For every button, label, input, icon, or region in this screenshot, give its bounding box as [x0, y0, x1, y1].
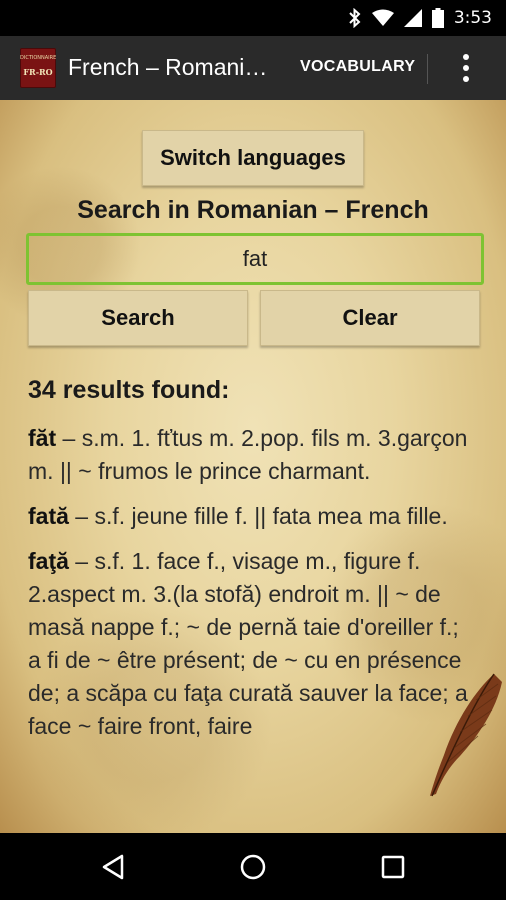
- quill-feather-icon: [430, 673, 502, 797]
- navigation-bar: [0, 833, 506, 900]
- results-count: 34 results found:: [28, 376, 230, 404]
- result-entry[interactable]: faţă – s.f. 1. face f., visage m., figur…: [28, 545, 468, 743]
- battery-icon: [431, 8, 444, 28]
- signal-icon: [403, 9, 422, 27]
- entry-term: făt: [28, 425, 57, 451]
- entry-definition: – s.m. 1. fťtus m. 2.pop. fils m. 3.garç…: [28, 425, 468, 484]
- result-entry[interactable]: fată – s.f. jeune fille f. || fata mea m…: [28, 500, 468, 533]
- home-icon[interactable]: [213, 833, 293, 900]
- entry-definition: – s.f. 1. face f., visage m., figure f. …: [28, 548, 468, 739]
- main-content: Switch languages Search in Romanian – Fr…: [0, 100, 506, 833]
- app-title: French – Romani…: [68, 54, 268, 80]
- search-button[interactable]: Search: [28, 290, 248, 346]
- status-time: 3:53: [453, 8, 492, 28]
- bluetooth-icon: [349, 8, 361, 28]
- status-icons: 3:53: [348, 6, 492, 30]
- clear-button[interactable]: Clear: [260, 290, 480, 346]
- results-list: făt – s.m. 1. fťtus m. 2.pop. fils m. 3.…: [28, 422, 468, 755]
- entry-term: fată: [28, 503, 69, 529]
- overflow-menu-icon[interactable]: [454, 52, 478, 84]
- wifi-icon: [371, 9, 394, 26]
- recents-icon[interactable]: [353, 833, 433, 900]
- search-heading: Search in Romanian – French: [77, 196, 429, 224]
- search-input[interactable]: [26, 233, 484, 285]
- result-entry[interactable]: făt – s.m. 1. fťtus m. 2.pop. fils m. 3.…: [28, 422, 468, 488]
- back-icon[interactable]: [74, 833, 154, 900]
- app-icon-main-label: FR-RO: [23, 67, 53, 77]
- switch-languages-button[interactable]: Switch languages: [142, 130, 364, 186]
- app-icon[interactable]: DICTIONNAIRE FR-RO: [20, 48, 56, 88]
- entry-definition: – s.f. jeune fille f. || fata mea ma fil…: [68, 503, 448, 529]
- entry-term: faţă: [28, 548, 69, 574]
- action-bar: DICTIONNAIRE FR-RO French – Romani… VOCA…: [0, 36, 506, 100]
- action-bar-divider: [427, 54, 428, 84]
- vocabulary-button[interactable]: VOCABULARY: [300, 58, 415, 76]
- status-bar: 3:53: [0, 0, 506, 36]
- app-icon-top-label: DICTIONNAIRE: [20, 55, 57, 61]
